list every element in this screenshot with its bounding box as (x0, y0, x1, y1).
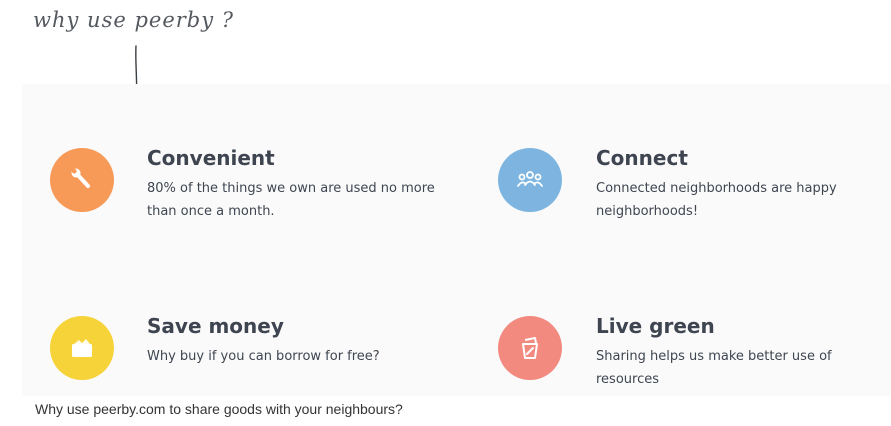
feature-description: Connected neighborhoods are happy neighb… (596, 181, 837, 219)
people-icon (498, 148, 562, 212)
feature-title: Convenient (147, 146, 275, 170)
image-caption: Why use peerby.com to share goods with y… (35, 401, 403, 417)
feature-title: Save money (147, 314, 284, 338)
feature-title: Live green (596, 314, 715, 338)
feature-title: Connect (596, 146, 688, 170)
feature-description: 80% of the things we own are used no mor… (147, 181, 435, 219)
handwritten-heading: why use peerby ? (33, 8, 235, 32)
feature-description: Sharing helps us make better use of reso… (596, 349, 832, 387)
recycle-icon (498, 316, 562, 380)
wallet-icon (50, 316, 114, 380)
wrench-icon (50, 148, 114, 212)
feature-description: Why buy if you can borrow for free? (147, 349, 380, 364)
